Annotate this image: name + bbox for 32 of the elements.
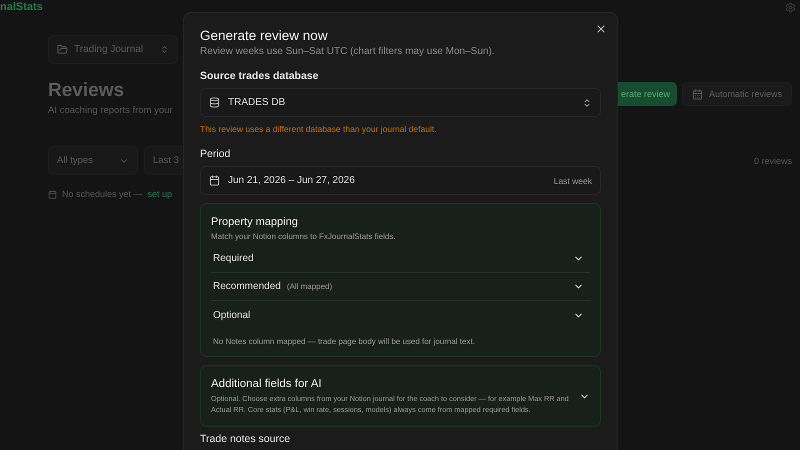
folder-icon [57,44,68,55]
mapping-section[interactable]: Required [211,245,590,273]
card-title: Additional fields for AI [211,378,323,390]
page-subtitle: AI coaching reports from your [48,105,173,116]
field-label: Trade notes source [200,432,292,445]
field-label: Period [200,148,232,160]
warning-text: This review uses a different database than your journal default. [200,124,438,134]
journal-name: Trading Journal [74,44,144,55]
calendar-icon [209,175,220,186]
section-note: (All mapped) [286,282,332,291]
field-label: Source trades database [200,70,320,82]
page-title: Reviews [48,80,126,102]
additional-fields-toggle[interactable] [211,378,590,416]
mapping-section[interactable]: Optional [211,301,590,329]
schedules-notice: No schedules yet — [62,189,143,199]
updown-icon [160,45,169,54]
period-field[interactable]: Jun 21, 2026 – Jun 27, 2026 Last week [200,166,601,195]
period-hint: Last week [554,176,592,186]
mapping-note: No Notes column mapped — trade page body will be used for journal text. [213,337,476,346]
database-icon [209,97,220,108]
database-select[interactable]: TRADES DB [200,88,601,117]
review-count: 0 reviews [754,156,792,166]
dialog-title: Generate review now [200,28,329,43]
setup-link[interactable]: set up [148,189,172,199]
card-subtitle: Match your Notion columns to FxJournalStats fields. [211,232,397,241]
app-logo: nalStats [0,1,43,13]
calendar-icon [48,190,57,198]
updown-icon [582,98,592,108]
dialog-subtitle: Review weeks use Sun–Sat UTC (chart filters may use Mon–Sun). [200,46,496,57]
mapping-section[interactable]: Recommended (All mapped) [211,273,590,301]
card-title: Property mapping [211,216,299,228]
calendar-icon [692,88,703,100]
